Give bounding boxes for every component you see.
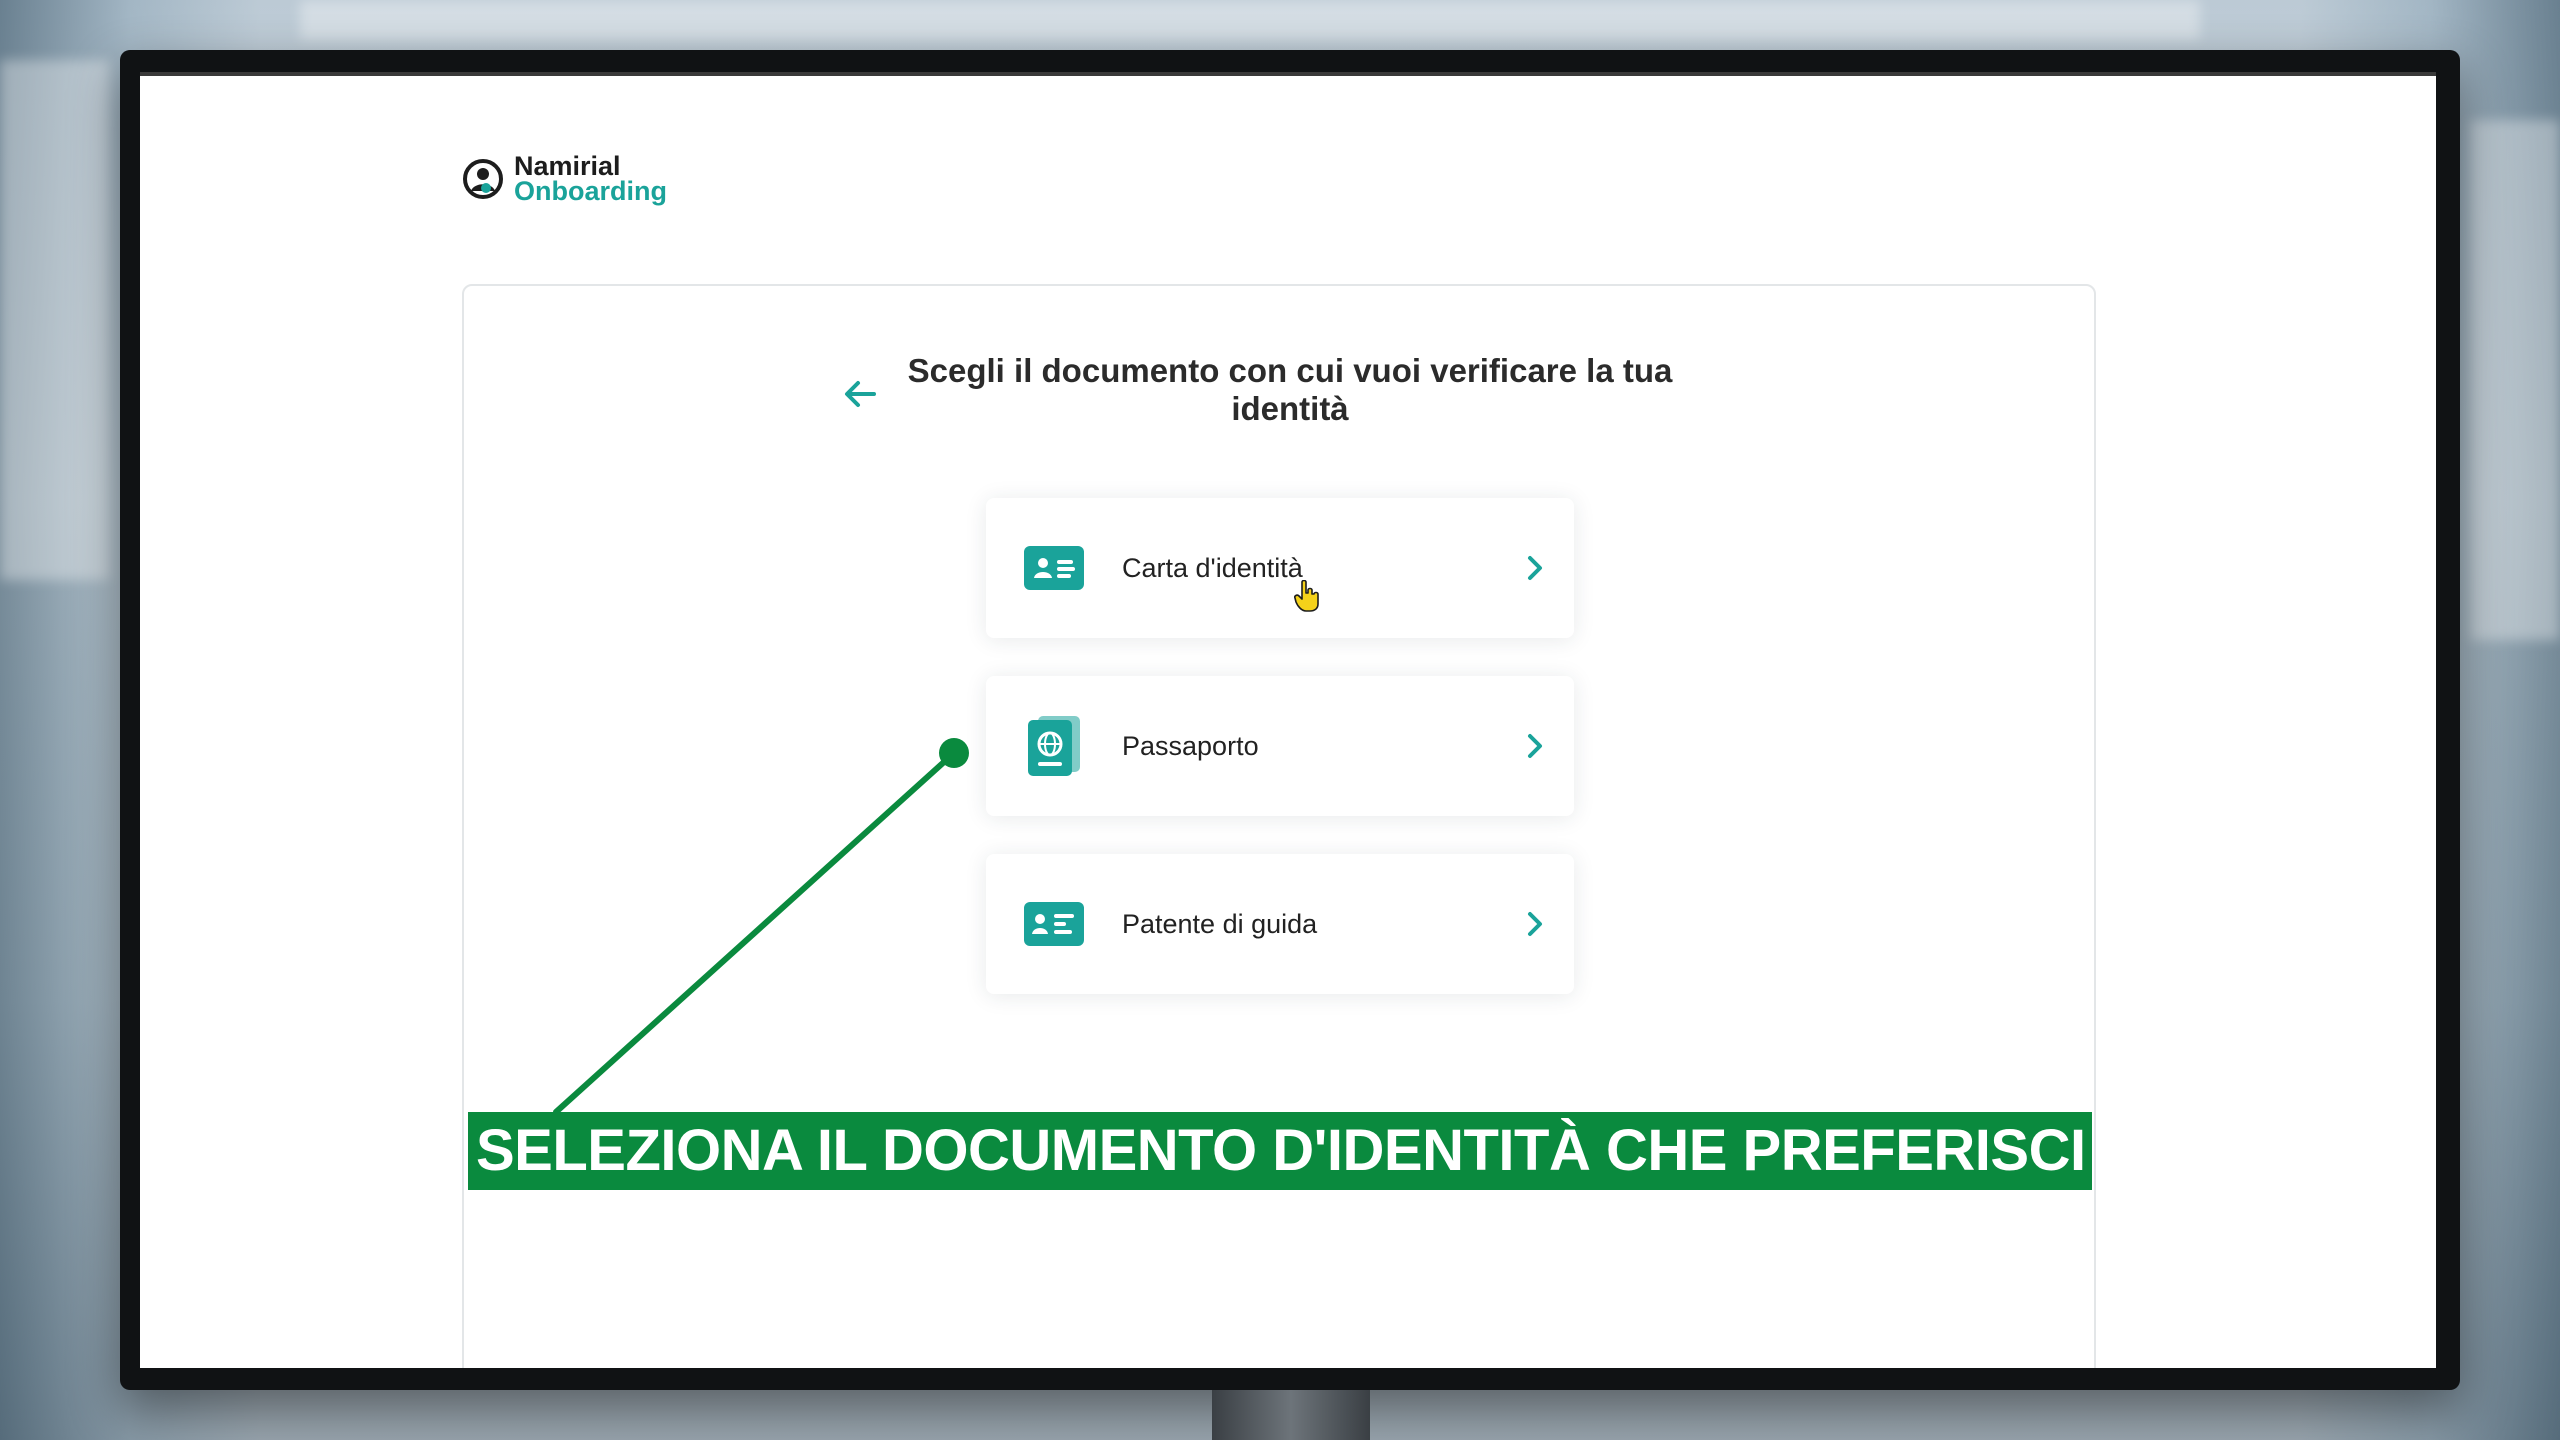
- driving-license-icon: [1022, 892, 1086, 956]
- hand-pointer-icon: [1294, 580, 1319, 612]
- page-title: Scegli il documento con cui vuoi verific…: [907, 352, 1673, 427]
- document-option-id-card[interactable]: Carta d'identità: [986, 498, 1574, 638]
- arrow-left-icon[interactable]: [840, 374, 880, 414]
- logo-person-icon: [463, 159, 503, 199]
- chevron-right-icon: [1528, 912, 1542, 936]
- chevron-right-icon: [1528, 734, 1542, 758]
- document-list: Carta d'identità Passaporto Patente di g…: [986, 498, 1574, 1032]
- document-label: Passaporto: [1122, 730, 1259, 761]
- logo-product-name: Onboarding: [514, 176, 667, 206]
- browser-screen: Namirial Onboarding Scegli il documento …: [140, 72, 2436, 1368]
- document-option-driving-license[interactable]: Patente di guida: [986, 854, 1574, 994]
- passport-icon: [1022, 714, 1086, 778]
- document-option-passport[interactable]: Passaporto: [986, 676, 1574, 816]
- instruction-banner: SELEZIONA IL DOCUMENTO D'IDENTITÀ CHE PR…: [468, 1112, 2092, 1190]
- document-label: Patente di guida: [1122, 908, 1318, 939]
- monitor-stand: [1212, 1390, 1370, 1440]
- document-label: Carta d'identità: [1122, 552, 1303, 583]
- id-card-icon: [1022, 536, 1086, 600]
- screen-top-edge: [140, 72, 2436, 76]
- namirial-logo: Namirial Onboarding: [462, 153, 667, 206]
- chevron-right-icon: [1528, 556, 1542, 580]
